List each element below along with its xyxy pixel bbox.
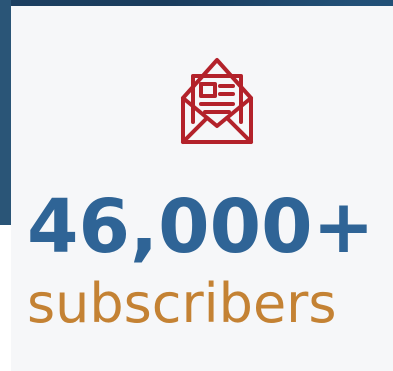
subscriber-count: 46,000+ — [27, 184, 375, 270]
subscriber-stat-card: 46,000+ subscribers — [11, 6, 393, 371]
background-photo-edge — [0, 0, 11, 225]
subscriber-label: subscribers — [27, 272, 337, 335]
open-envelope-newsletter-icon — [175, 54, 259, 150]
